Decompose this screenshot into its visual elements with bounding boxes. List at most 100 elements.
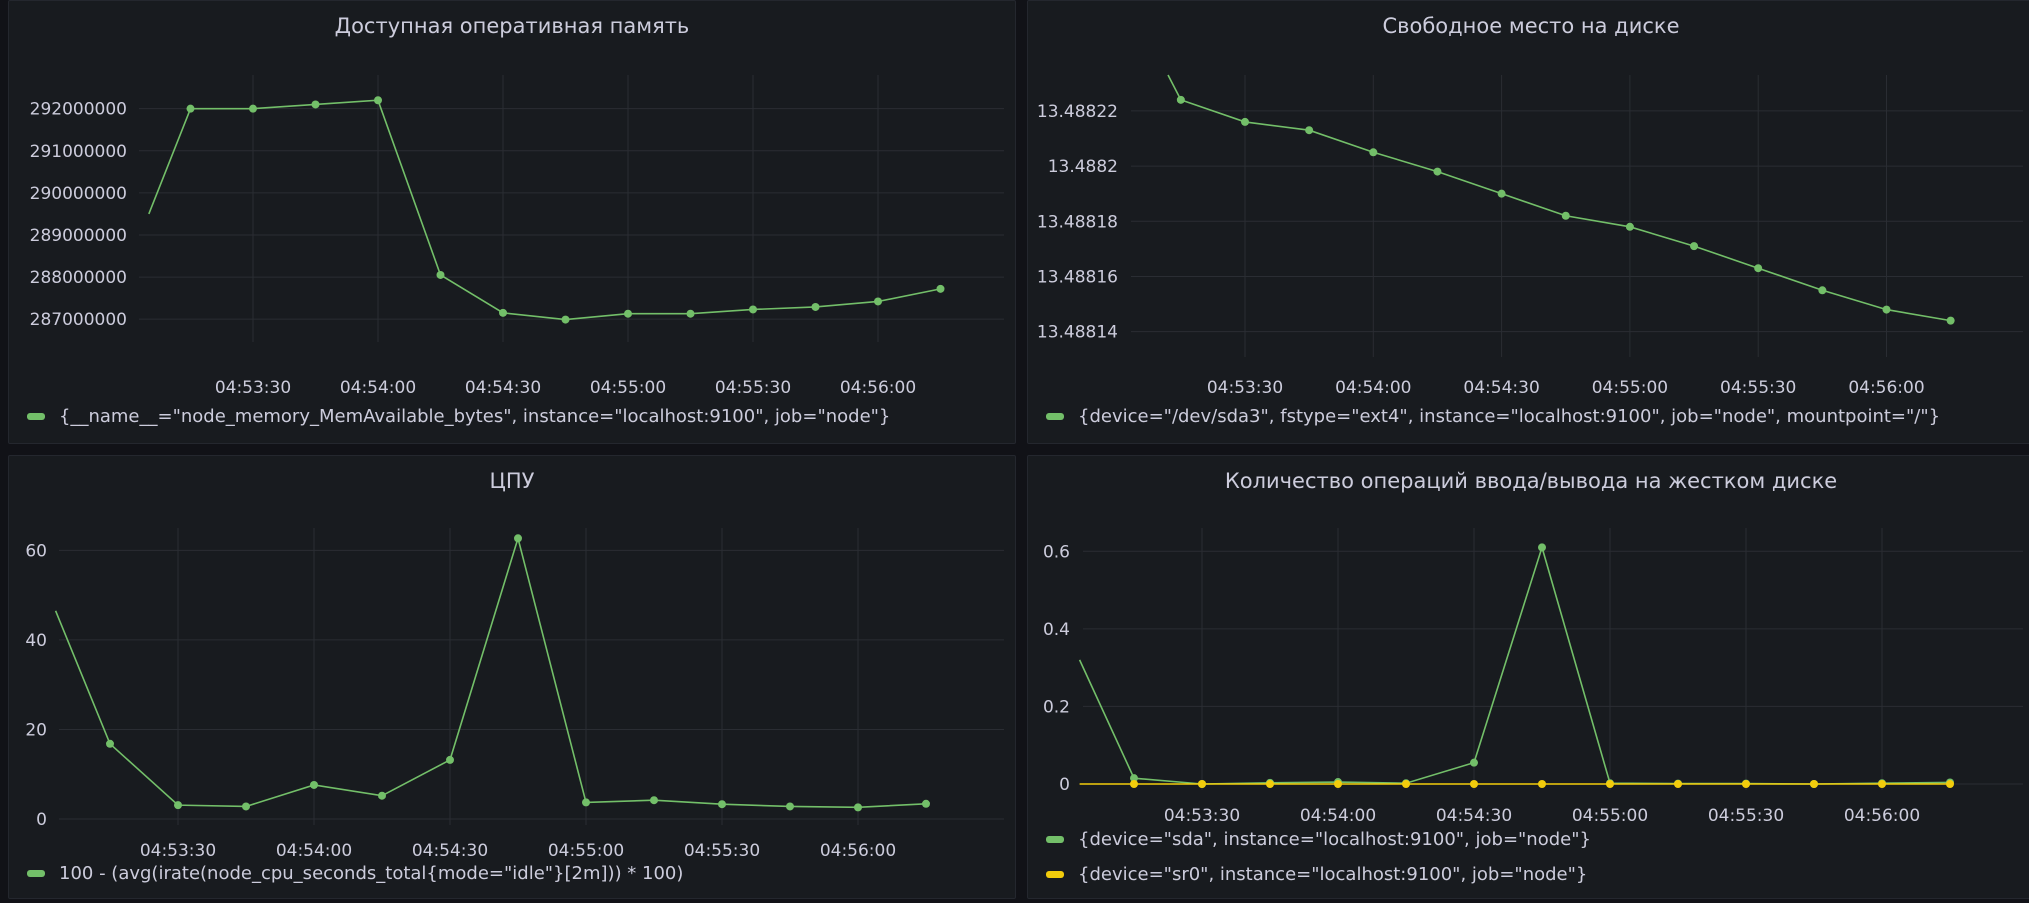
series-0[interactable] [148,96,945,324]
y-tick-label: 13.48818 [1037,212,1118,232]
y-tick-label: 20 [25,720,47,740]
grid [59,528,1004,825]
series-color-swatch [1046,871,1064,878]
panel-disk-free-space[interactable]: Свободное место на диске 13.48814 13.4881… [1027,0,2029,444]
y-tick-label: 0.4 [1043,620,1070,640]
series-line [54,535,927,809]
legend-label: {device="sr0", instance="localhost:9100"… [1078,863,1588,885]
data-point[interactable] [582,798,590,807]
series-color-swatch [27,413,45,420]
data-point[interactable] [499,308,507,317]
data-point[interactable] [1606,780,1614,788]
x-tick-label: 04:56:00 [1844,806,1920,826]
data-point[interactable] [686,309,695,318]
y-tick-label: 289000000 [30,226,127,246]
data-point[interactable] [1754,264,1763,273]
series-color-swatch [1046,413,1064,420]
data-point[interactable] [624,309,632,318]
panel-cpu[interactable]: ЦПУ 0 20 40 60 04:53:30 04:54:00 04:54:30 04:55… [8,455,1016,899]
data-point[interactable] [854,803,862,812]
legend-item[interactable]: 100 - (avg(irate(node_cpu_seconds_total{… [27,856,683,891]
x-tick-label: 04:55:30 [684,841,760,861]
data-point[interactable] [1433,167,1442,176]
x-tick-label: 04:54:00 [1335,378,1411,398]
data-point[interactable] [718,800,726,809]
data-point[interactable] [1946,780,1954,788]
legend-item[interactable]: {device="sda", instance="localhost:9100"… [1046,822,1591,857]
data-point[interactable] [242,802,250,811]
data-point[interactable] [1130,780,1138,788]
data-point[interactable] [514,534,522,543]
series-1[interactable] [1079,780,1954,788]
data-point[interactable] [936,284,945,293]
data-point[interactable] [310,780,318,789]
y-tick-label: 13.48814 [1037,323,1118,343]
data-point[interactable] [1742,780,1750,788]
chart-disk-free-space[interactable]: 13.48814 13.48816 13.48818 13.4882 13.48822 0… [1028,1,2029,444]
chart-cpu[interactable]: 020406004:53:30 04:54:00 04:54:30 04:55:00 0… [9,456,1016,899]
legend-label: {__name__="node_memory_MemAvailable_byte… [59,405,891,427]
legend-item[interactable]: {device="/dev/sda3", fstype="ext4", inst… [1046,399,1940,434]
data-point[interactable] [249,104,257,113]
series-color-swatch [27,870,45,877]
data-point[interactable] [1538,780,1546,788]
data-point[interactable] [1497,189,1506,198]
data-point[interactable] [1674,780,1682,788]
data-point[interactable] [1369,148,1378,157]
data-point[interactable] [378,791,386,800]
y-tick-label: 13.48822 [1037,102,1118,122]
data-point[interactable] [1690,242,1699,251]
data-point[interactable] [311,100,320,109]
data-point[interactable] [1241,117,1249,126]
data-point[interactable] [1625,222,1634,231]
data-point[interactable] [874,297,882,306]
legend: {device="sda", instance="localhost:9100"… [1046,822,1591,892]
data-point[interactable] [174,801,182,810]
data-point[interactable] [446,755,454,764]
data-point[interactable] [1946,316,1955,325]
grid [1131,75,2023,357]
legend: 100 - (avg(irate(node_cpu_seconds_total{… [27,856,683,891]
data-point[interactable] [1176,95,1185,104]
legend-item[interactable]: {__name__="node_memory_MemAvailable_byte… [27,399,890,434]
y-tick-label: 290000000 [30,184,127,204]
data-point[interactable] [561,315,570,324]
series-0[interactable] [1167,74,1955,325]
data-point[interactable] [1266,780,1274,788]
grid [1083,528,2023,790]
data-point[interactable] [1305,126,1314,135]
data-point[interactable] [1878,780,1886,788]
data-point[interactable] [186,104,195,113]
data-point[interactable] [749,305,757,314]
data-point[interactable] [374,96,382,105]
data-point[interactable] [922,799,930,808]
panel-disk-io[interactable]: Количество операций ввода/вывода на жест… [1027,455,2029,899]
data-point[interactable] [650,796,658,805]
chart-available-memory[interactable]: 287000000 288000000 289000000 290000000 2910… [9,1,1016,444]
series-color-swatch [1046,836,1064,843]
x-tick-label: 04:55:00 [590,378,666,398]
data-point[interactable] [811,302,820,311]
legend-item[interactable]: {device="sr0", instance="localhost:9100"… [1046,857,1591,892]
data-point[interactable] [1470,758,1478,767]
panel-available-memory[interactable]: Доступная оперативная память 287000000 28… [8,0,1016,444]
data-point[interactable] [1402,780,1410,788]
data-point[interactable] [786,802,794,811]
series-0[interactable] [1078,543,1954,788]
data-point[interactable] [1470,780,1478,788]
data-point[interactable] [106,739,114,748]
data-point[interactable] [1818,286,1827,295]
data-point[interactable] [1334,780,1342,788]
y-tick-label: 40 [25,631,47,651]
data-point[interactable] [1882,305,1891,314]
series-line [1078,544,1951,785]
data-point[interactable] [1810,780,1818,788]
series-0[interactable] [54,534,930,812]
data-point[interactable] [1198,780,1206,788]
x-tick-label: 04:56:00 [1848,378,1924,398]
y-axis: 13.48814 13.48816 13.48818 13.4882 13.48822 [1037,102,1118,343]
data-point[interactable] [1561,211,1570,220]
data-point[interactable] [1538,543,1546,552]
y-tick-label: 0.6 [1043,542,1070,562]
data-point[interactable] [436,270,445,279]
